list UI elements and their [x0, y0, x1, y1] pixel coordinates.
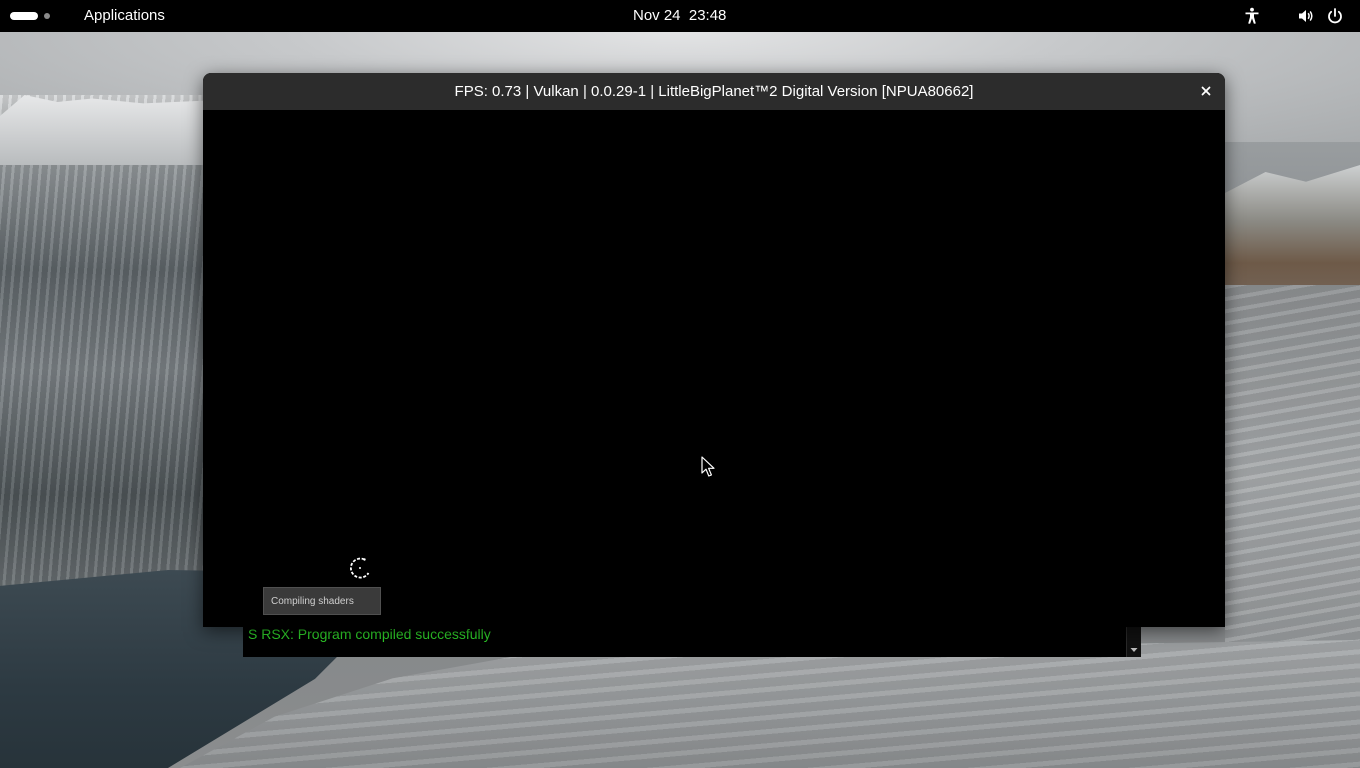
wallpaper-cliff-left	[0, 95, 205, 595]
log-line: S RSX: Program compiled successfully	[248, 626, 491, 642]
mouse-cursor-icon	[701, 456, 715, 477]
wallpaper-rock-ledge	[180, 640, 1360, 768]
close-button[interactable]	[1197, 82, 1215, 100]
applications-menu[interactable]: Applications	[84, 6, 165, 26]
game-viewport[interactable]: Compiling shaders	[203, 110, 1225, 627]
scroll-down-button[interactable]	[1127, 644, 1141, 656]
wallpaper-cliff-snow	[0, 95, 205, 165]
workspace-active-indicator-icon	[10, 12, 38, 20]
toast-text: Compiling shaders	[271, 596, 354, 607]
power-icon[interactable]	[1326, 7, 1344, 25]
volume-icon[interactable]	[1297, 7, 1315, 25]
gnome-top-bar: Applications Nov 24 23:48	[0, 0, 1360, 32]
loading-spinner-icon	[349, 557, 370, 579]
close-icon	[1201, 86, 1211, 96]
compiling-shaders-toast: Compiling shaders	[263, 587, 381, 615]
chevron-down-icon	[1130, 648, 1138, 652]
workspace-indicator-icon	[44, 13, 50, 19]
wallpaper-mountain-right	[1225, 165, 1360, 305]
accessibility-icon[interactable]	[1243, 7, 1261, 25]
window-titlebar[interactable]: FPS: 0.73 | Vulkan | 0.0.29-1 | LittleBi…	[203, 73, 1225, 110]
window-title: FPS: 0.73 | Vulkan | 0.0.29-1 | LittleBi…	[454, 83, 974, 100]
activities-button[interactable]	[10, 6, 66, 26]
clock[interactable]: Nov 24 23:48	[633, 6, 726, 26]
game-window: FPS: 0.73 | Vulkan | 0.0.29-1 | LittleBi…	[203, 73, 1225, 627]
